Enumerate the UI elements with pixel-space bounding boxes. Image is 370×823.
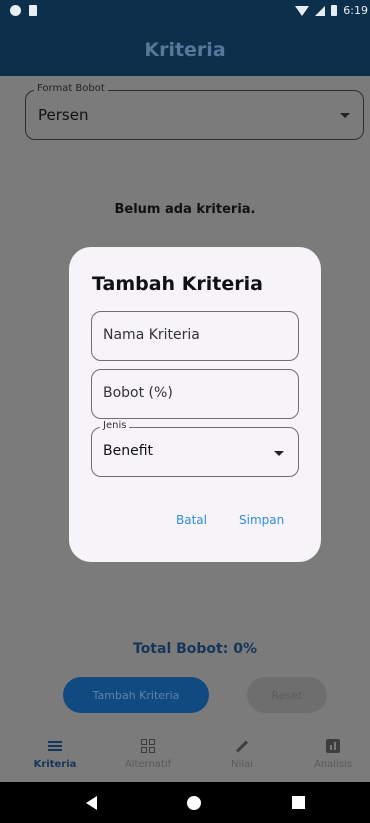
page-title: Kriteria — [144, 39, 226, 61]
status-bar: 6:19 — [0, 0, 370, 24]
battery-icon — [331, 5, 338, 16]
bobot-placeholder: Bobot (%) — [103, 385, 173, 401]
format-bobot-label: Format Bobot — [34, 83, 108, 94]
reset-label: Reset — [271, 688, 303, 702]
nama-kriteria-placeholder: Nama Kriteria — [103, 327, 200, 343]
list-icon — [48, 741, 62, 751]
jenis-value: Benefit — [103, 443, 154, 459]
sd-card-icon — [29, 5, 37, 16]
jenis-dropdown[interactable]: Jenis Benefit — [91, 420, 299, 477]
chart-icon — [326, 739, 340, 753]
status-left-icons — [10, 5, 37, 16]
nav-item-nilai[interactable]: Nilai — [207, 736, 277, 770]
jenis-label: Jenis — [100, 420, 130, 431]
tambah-kriteria-dialog: Tambah Kriteria Nama Kriteria Bobot (%) … — [69, 247, 321, 562]
reset-button[interactable]: Reset — [247, 677, 327, 713]
home-icon[interactable] — [187, 796, 201, 810]
bobot-input[interactable]: Bobot (%) — [91, 369, 299, 419]
format-bobot-value: Persen — [38, 106, 89, 124]
nav-item-alternatif[interactable]: Alternatif — [113, 736, 183, 770]
app-bar: Kriteria — [0, 24, 370, 76]
nav-label-nilai: Nilai — [231, 759, 253, 770]
pencil-icon — [235, 739, 249, 753]
nav-label-analisis: Analisis — [313, 759, 353, 770]
nama-kriteria-input[interactable]: Nama Kriteria — [91, 311, 299, 361]
notification-dot-icon — [10, 5, 21, 16]
system-navigation-bar — [0, 782, 370, 823]
signal-icon — [315, 5, 326, 16]
format-bobot-dropdown[interactable]: Format Bobot Persen — [25, 83, 364, 140]
wifi-icon — [295, 5, 310, 16]
status-time: 6:19 — [343, 4, 368, 17]
empty-state-message: Belum ada kriteria. — [114, 202, 256, 217]
nav-item-analisis[interactable]: Analisis — [298, 736, 368, 770]
nav-item-kriteria[interactable]: Kriteria — [20, 736, 90, 770]
dropdown-arrow-icon — [340, 113, 350, 118]
dialog-title: Tambah Kriteria — [92, 273, 263, 295]
nav-label-kriteria: Kriteria — [33, 759, 77, 770]
grid-icon — [141, 739, 155, 753]
dropdown-arrow-icon — [274, 451, 284, 456]
simpan-button[interactable]: Simpan — [239, 513, 284, 527]
status-right-icons: 6:19 — [295, 4, 368, 17]
recents-icon[interactable] — [292, 796, 305, 809]
tambah-kriteria-label: Tambah Kriteria — [92, 688, 180, 702]
bottom-navigation: Kriteria Alternatif Nilai Analisis — [0, 729, 370, 782]
nav-label-alternatif: Alternatif — [124, 759, 172, 770]
total-bobot-text: Total Bobot: 0% — [133, 641, 257, 657]
tambah-kriteria-button[interactable]: Tambah Kriteria — [63, 677, 209, 713]
batal-button[interactable]: Batal — [176, 513, 207, 527]
back-icon[interactable] — [86, 796, 97, 810]
